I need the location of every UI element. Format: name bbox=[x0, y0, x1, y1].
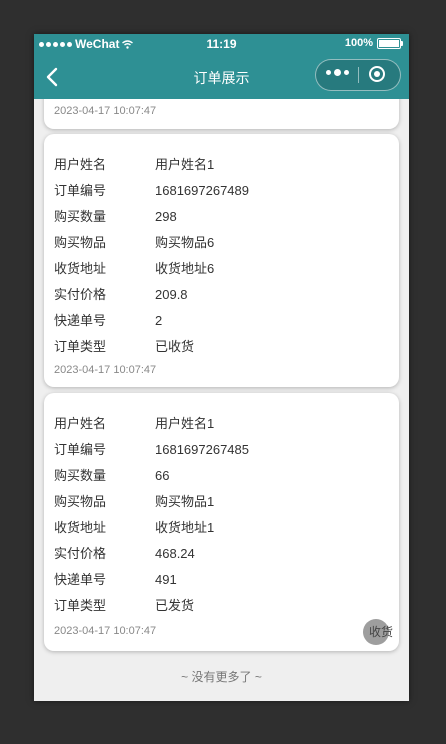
field-label: 购买数量 bbox=[54, 209, 107, 224]
capsule-divider bbox=[358, 67, 359, 83]
field-label: 订单编号 bbox=[54, 183, 107, 198]
close-mini-program-icon[interactable] bbox=[369, 66, 385, 82]
field-value: 209.8 bbox=[155, 287, 188, 302]
status-bar: WeChat 11:19 100% bbox=[34, 34, 409, 55]
mini-program-capsule bbox=[315, 59, 401, 91]
field-value: 购买物品1 bbox=[155, 494, 215, 509]
navigation-bar: 订单展示 bbox=[34, 55, 409, 99]
field-value: 用户姓名1 bbox=[155, 416, 215, 431]
battery-percent: 100% bbox=[344, 37, 373, 49]
field-value: 收货地址6 bbox=[155, 261, 215, 276]
field-label: 购买数量 bbox=[54, 468, 107, 483]
field-value: 2 bbox=[155, 313, 163, 328]
order-card-partial: 2023-04-17 10:07:47 bbox=[44, 99, 399, 129]
order-card: 用户姓名 用户姓名1 订单编号 1681697267489 购买数量 298 购买物品… bbox=[44, 134, 399, 387]
order-timestamp: 2023-04-17 10:07:47 bbox=[54, 364, 157, 376]
field-value: 1681697267485 bbox=[155, 442, 249, 457]
field-value: 1681697267489 bbox=[155, 183, 249, 198]
confirm-receipt-label: 收货 bbox=[368, 625, 393, 639]
field-value: 298 bbox=[155, 209, 177, 224]
field-value: 66 bbox=[155, 468, 170, 483]
order-card: 用户姓名 用户姓名1 订单编号 1681697267485 购买数量 66 购买物品 购… bbox=[44, 393, 399, 651]
more-options-icon[interactable] bbox=[326, 69, 349, 76]
field-label: 收货地址 bbox=[54, 261, 107, 276]
field-value: 购买物品6 bbox=[155, 235, 215, 250]
field-label: 购买物品 bbox=[54, 235, 107, 250]
end-of-list-text: ~ 没有更多了 ~ bbox=[181, 670, 262, 684]
order-timestamp: 2023-04-17 10:07:47 bbox=[54, 105, 157, 117]
field-label: 快递单号 bbox=[54, 572, 107, 587]
phone-screen: WeChat 11:19 100% 订单展示 2023-04-17 10:07:… bbox=[34, 34, 409, 701]
field-label: 用户姓名 bbox=[54, 416, 107, 431]
field-value: 491 bbox=[155, 572, 177, 587]
field-label: 实付价格 bbox=[54, 546, 107, 561]
field-label: 用户姓名 bbox=[54, 157, 107, 172]
field-label: 订单类型 bbox=[54, 339, 107, 354]
order-timestamp: 2023-04-17 10:07:47 bbox=[54, 625, 157, 637]
order-list[interactable]: 2023-04-17 10:07:47 用户姓名 用户姓名1 订单编号 168169… bbox=[34, 99, 409, 701]
confirm-receipt-button[interactable]: 收货 bbox=[363, 619, 393, 645]
field-label: 购买物品 bbox=[54, 494, 107, 509]
battery-icon bbox=[377, 37, 403, 49]
field-value: 已收货 bbox=[155, 339, 195, 354]
field-value: 收货地址1 bbox=[155, 520, 215, 535]
field-label: 订单类型 bbox=[54, 598, 107, 613]
field-value: 468.24 bbox=[155, 546, 195, 561]
field-label: 实付价格 bbox=[54, 287, 107, 302]
field-label: 快递单号 bbox=[54, 313, 107, 328]
field-value: 已发货 bbox=[155, 598, 195, 613]
field-label: 订单编号 bbox=[54, 442, 107, 457]
field-label: 收货地址 bbox=[54, 520, 107, 535]
field-value: 用户姓名1 bbox=[155, 157, 215, 172]
